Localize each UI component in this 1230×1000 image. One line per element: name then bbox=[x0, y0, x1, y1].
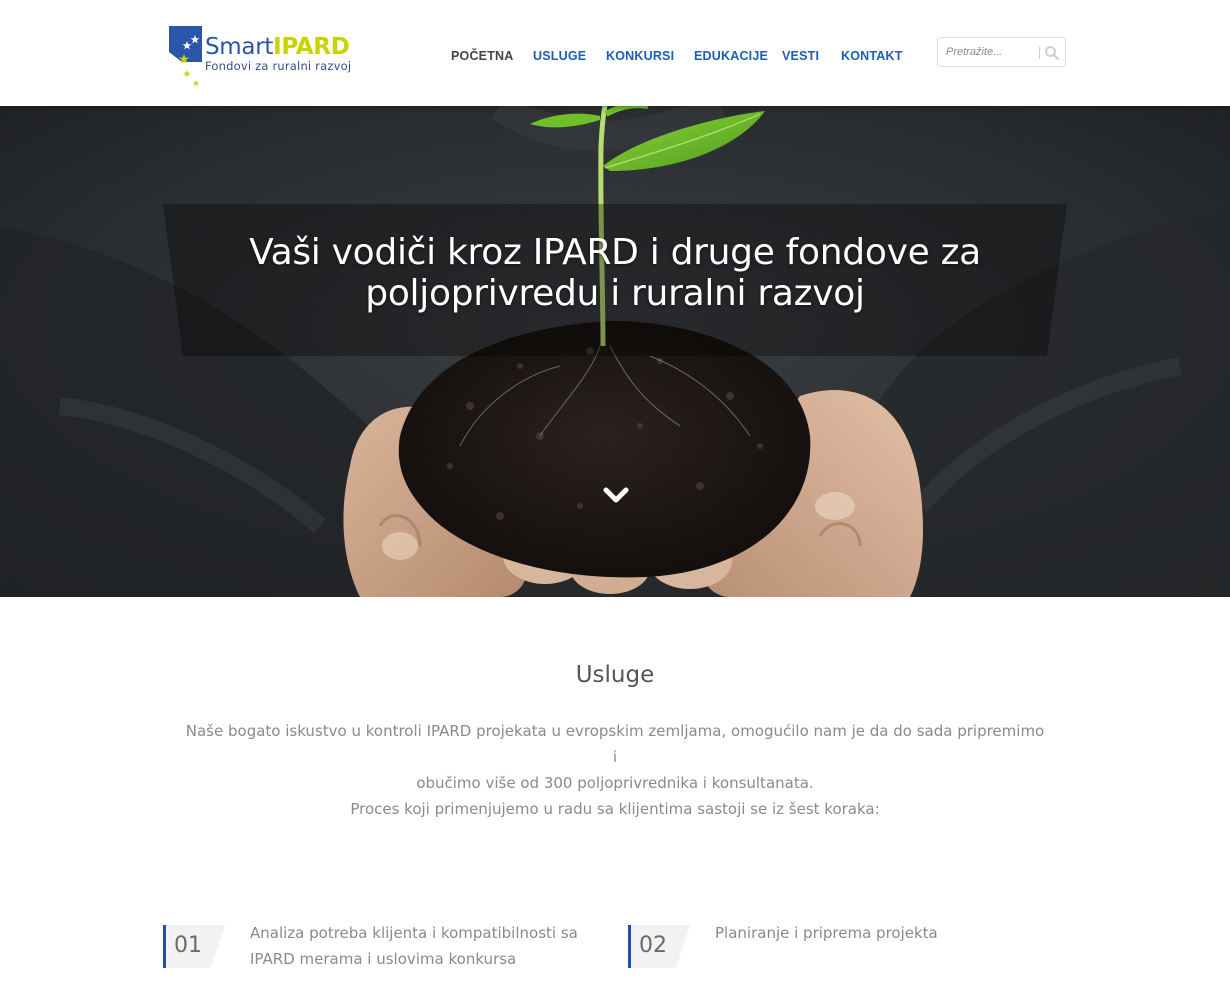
services-intro: Naše bogato iskustvo u kontroli IPARD pr… bbox=[185, 718, 1045, 796]
nav-item-kontakt[interactable]: KONTAKT bbox=[841, 49, 903, 63]
services-intro-line-1: Naše bogato iskustvo u kontroli IPARD pr… bbox=[185, 722, 1045, 766]
services-process-text: Proces koji primenjujemo u radu sa klije… bbox=[350, 800, 880, 818]
search-box bbox=[937, 37, 1066, 67]
services-heading: Usluge bbox=[575, 662, 655, 688]
step-description: Planiranje i priprema projekta bbox=[715, 920, 938, 946]
search-icon[interactable] bbox=[1044, 45, 1060, 61]
hero-title-line-2: poljoprivredu i ruralni razvoj bbox=[365, 273, 865, 314]
step-number: 02 bbox=[639, 933, 667, 958]
step-accent-bar bbox=[163, 925, 166, 968]
site-header: SmartIPARD Fondovi za ruralni razvoj POČ… bbox=[0, 0, 1230, 106]
search-divider bbox=[1039, 47, 1040, 59]
search-input[interactable] bbox=[946, 44, 1036, 60]
step-number-badge: 02 bbox=[628, 925, 690, 968]
step-number-badge: 01 bbox=[163, 925, 225, 968]
service-step: 01 Analiza potreba klijenta i kompatibil… bbox=[163, 920, 593, 980]
nav-item-usluge[interactable]: USLUGE bbox=[533, 49, 586, 63]
services-intro-line-2: obučimo više od 300 poljoprivrednika i k… bbox=[416, 774, 814, 792]
nav-item-vesti[interactable]: VESTI bbox=[782, 49, 819, 63]
hero-banner: Vaši vodiči kroz IPARD i druge fondove z… bbox=[0, 106, 1230, 597]
service-step: 02 Planiranje i priprema projekta bbox=[628, 920, 1058, 980]
nav-item-pocetna[interactable]: POČETNA bbox=[451, 49, 514, 63]
step-description-line-2: IPARD merama i uslovima konkursa bbox=[250, 950, 517, 968]
hero-title: Vaši vodiči kroz IPARD i druge fondove z… bbox=[163, 232, 1067, 314]
hero-title-line-1: Vaši vodiči kroz IPARD i druge fondove z… bbox=[249, 232, 981, 273]
step-description: Analiza potreba klijenta i kompatibilnos… bbox=[250, 920, 578, 972]
nav-item-konkursi[interactable]: KONKURSI bbox=[606, 49, 674, 63]
step-accent-bar bbox=[628, 925, 631, 968]
hero-title-box: Vaši vodiči kroz IPARD i druge fondove z… bbox=[163, 204, 1067, 356]
nav-item-edukacije[interactable]: EDUKACIJE bbox=[694, 49, 768, 63]
step-description-line-1: Planiranje i priprema projekta bbox=[715, 924, 938, 942]
chevron-down-icon[interactable] bbox=[603, 486, 629, 506]
step-description-line-1: Analiza potreba klijenta i kompatibilnos… bbox=[250, 924, 578, 942]
step-number: 01 bbox=[174, 933, 202, 958]
